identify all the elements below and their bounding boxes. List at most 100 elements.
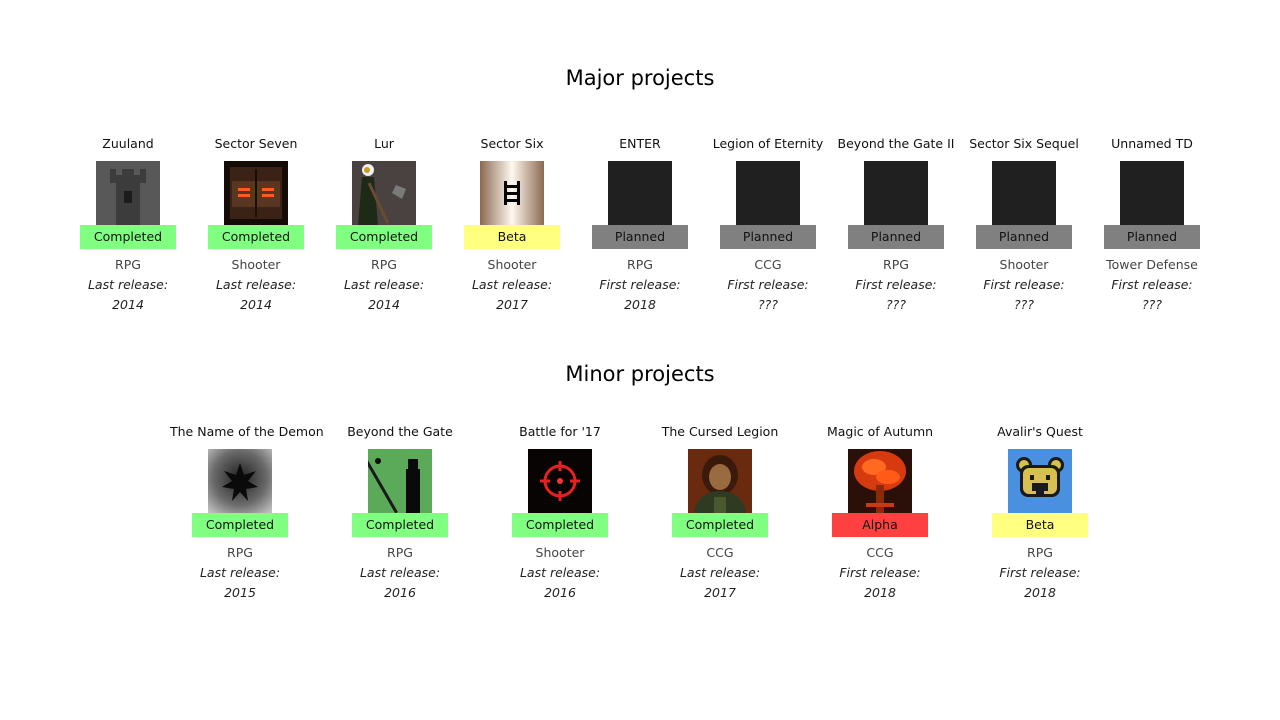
project-card-the-cursed-legion[interactable]: The Cursed Legion Completed CCG Last releas…	[650, 424, 790, 603]
release-year: 2018	[1024, 585, 1056, 600]
release-year: ???	[1142, 297, 1162, 312]
knight-portrait-icon[interactable]	[688, 449, 752, 513]
project-genre: Shooter	[487, 257, 537, 272]
bear-face-icon[interactable]	[1008, 449, 1072, 513]
major-projects-title: Major projects	[565, 66, 715, 90]
status-badge: Completed	[192, 513, 288, 537]
placeholder-icon[interactable]	[736, 161, 800, 225]
project-name: Legion of Eternity	[712, 136, 824, 151]
project-genre: RPG	[627, 257, 653, 272]
project-genre: Shooter	[535, 545, 585, 560]
project-name: Avalir's Quest	[997, 424, 1083, 439]
project-name: Unnamed TD	[1111, 136, 1193, 151]
release-year: ???	[1014, 297, 1034, 312]
status-badge: Completed	[208, 225, 304, 249]
release-year: ???	[758, 297, 778, 312]
placeholder-icon[interactable]	[608, 161, 672, 225]
status-badge: Completed	[352, 513, 448, 537]
status-badge: Completed	[512, 513, 608, 537]
placeholder-icon[interactable]	[1120, 161, 1184, 225]
status-badge: Planned	[592, 225, 688, 249]
project-card-lur[interactable]: Lur Completed RPG Last release: 2014	[314, 136, 454, 315]
project-name: Lur	[374, 136, 394, 151]
release-label: Last release:	[199, 565, 281, 580]
status-badge: Completed	[80, 225, 176, 249]
project-name: Sector Seven	[214, 136, 298, 151]
ladder-icon[interactable]	[480, 161, 544, 225]
status-badge: Planned	[720, 225, 816, 249]
status-badge: Beta	[464, 225, 560, 249]
status-badge: Planned	[976, 225, 1072, 249]
project-name: Beyond the Gate II	[837, 136, 955, 151]
project-card-beyond-the-gate[interactable]: Beyond the Gate Completed RPG Last release:…	[330, 424, 470, 603]
project-card-magic-of-autumn[interactable]: Magic of Autumn Alpha CCG First release: 201…	[810, 424, 950, 603]
release-label: First release:	[727, 277, 809, 292]
project-genre: Shooter	[999, 257, 1049, 272]
release-label: First release:	[983, 277, 1065, 292]
door-icon[interactable]	[224, 161, 288, 225]
release-year: 2014	[240, 297, 272, 312]
project-name: The Cursed Legion	[661, 424, 779, 439]
release-label: First release:	[1111, 277, 1193, 292]
release-year: 2014	[112, 297, 144, 312]
crosshair-icon[interactable]	[528, 449, 592, 513]
project-card-battle-for-17[interactable]: Battle for '17 Completed Shooter Last relea…	[490, 424, 630, 603]
status-badge: Completed	[672, 513, 768, 537]
project-card-unnamed-td[interactable]: Unnamed TD Planned Tower Defense First rele…	[1082, 136, 1222, 315]
placeholder-icon[interactable]	[864, 161, 928, 225]
project-name: Battle for '17	[519, 424, 601, 439]
project-genre: CCG	[706, 545, 734, 560]
tower-icon[interactable]	[96, 161, 160, 225]
project-card-avalir-s-quest[interactable]: Avalir's Quest Beta RPG First release: 2018	[970, 424, 1110, 603]
staff-figure-icon[interactable]	[368, 449, 432, 513]
minor-projects-title: Minor projects	[565, 362, 715, 386]
project-card-beyond-the-gate-ii[interactable]: Beyond the Gate II Planned RPG First releas…	[826, 136, 966, 315]
project-card-the-name-of-the-demon[interactable]: The Name of the Demon Completed RPG Last re…	[170, 424, 324, 603]
project-card-legion-of-eternity[interactable]: Legion of Eternity Planned CCG First releas…	[698, 136, 838, 315]
release-label: First release:	[839, 565, 921, 580]
status-badge: Completed	[336, 225, 432, 249]
project-card-enter[interactable]: ENTER Planned RPG First release: 2018	[570, 136, 710, 315]
project-genre: RPG	[227, 545, 253, 560]
release-year: 2018	[624, 297, 656, 312]
project-genre: RPG	[115, 257, 141, 272]
release-year: 2016	[384, 585, 416, 600]
project-card-sector-six-sequel[interactable]: Sector Six Sequel Planned Shooter First rel…	[954, 136, 1094, 315]
release-year: ???	[886, 297, 906, 312]
project-name: Sector Six Sequel	[969, 136, 1079, 151]
project-genre: CCG	[754, 257, 782, 272]
release-year: 2015	[224, 585, 256, 600]
project-name: Sector Six	[480, 136, 544, 151]
placeholder-icon[interactable]	[992, 161, 1056, 225]
project-genre: RPG	[1027, 545, 1053, 560]
release-label: Last release:	[359, 565, 441, 580]
release-label: First release:	[855, 277, 937, 292]
release-label: Last release:	[679, 565, 761, 580]
release-label: First release:	[999, 565, 1081, 580]
project-card-sector-six[interactable]: Sector Six Beta Shooter Last release: 2017	[442, 136, 582, 315]
release-label: Last release:	[87, 277, 169, 292]
project-name: Zuuland	[102, 136, 154, 151]
release-year: 2017	[704, 585, 736, 600]
project-genre: RPG	[371, 257, 397, 272]
release-label: Last release:	[215, 277, 297, 292]
release-label: Last release:	[519, 565, 601, 580]
release-year: 2016	[544, 585, 576, 600]
dark-star-icon[interactable]	[208, 449, 272, 513]
project-genre: CCG	[866, 545, 894, 560]
project-card-sector-seven[interactable]: Sector Seven Completed Shooter Last release…	[186, 136, 326, 315]
release-label: Last release:	[343, 277, 425, 292]
autumn-tree-icon[interactable]	[848, 449, 912, 513]
project-name: Magic of Autumn	[826, 424, 934, 439]
project-genre: RPG	[387, 545, 413, 560]
project-name: The Name of the Demon	[170, 424, 324, 439]
project-name: Beyond the Gate	[347, 424, 453, 439]
status-badge: Planned	[1104, 225, 1200, 249]
project-card-zuuland[interactable]: Zuuland Completed RPG Last release: 2014	[58, 136, 198, 315]
axe-warrior-icon[interactable]	[352, 161, 416, 225]
release-year: 2014	[368, 297, 400, 312]
status-badge: Alpha	[832, 513, 928, 537]
release-label: First release:	[599, 277, 681, 292]
project-genre: RPG	[883, 257, 909, 272]
release-year: 2017	[496, 297, 528, 312]
